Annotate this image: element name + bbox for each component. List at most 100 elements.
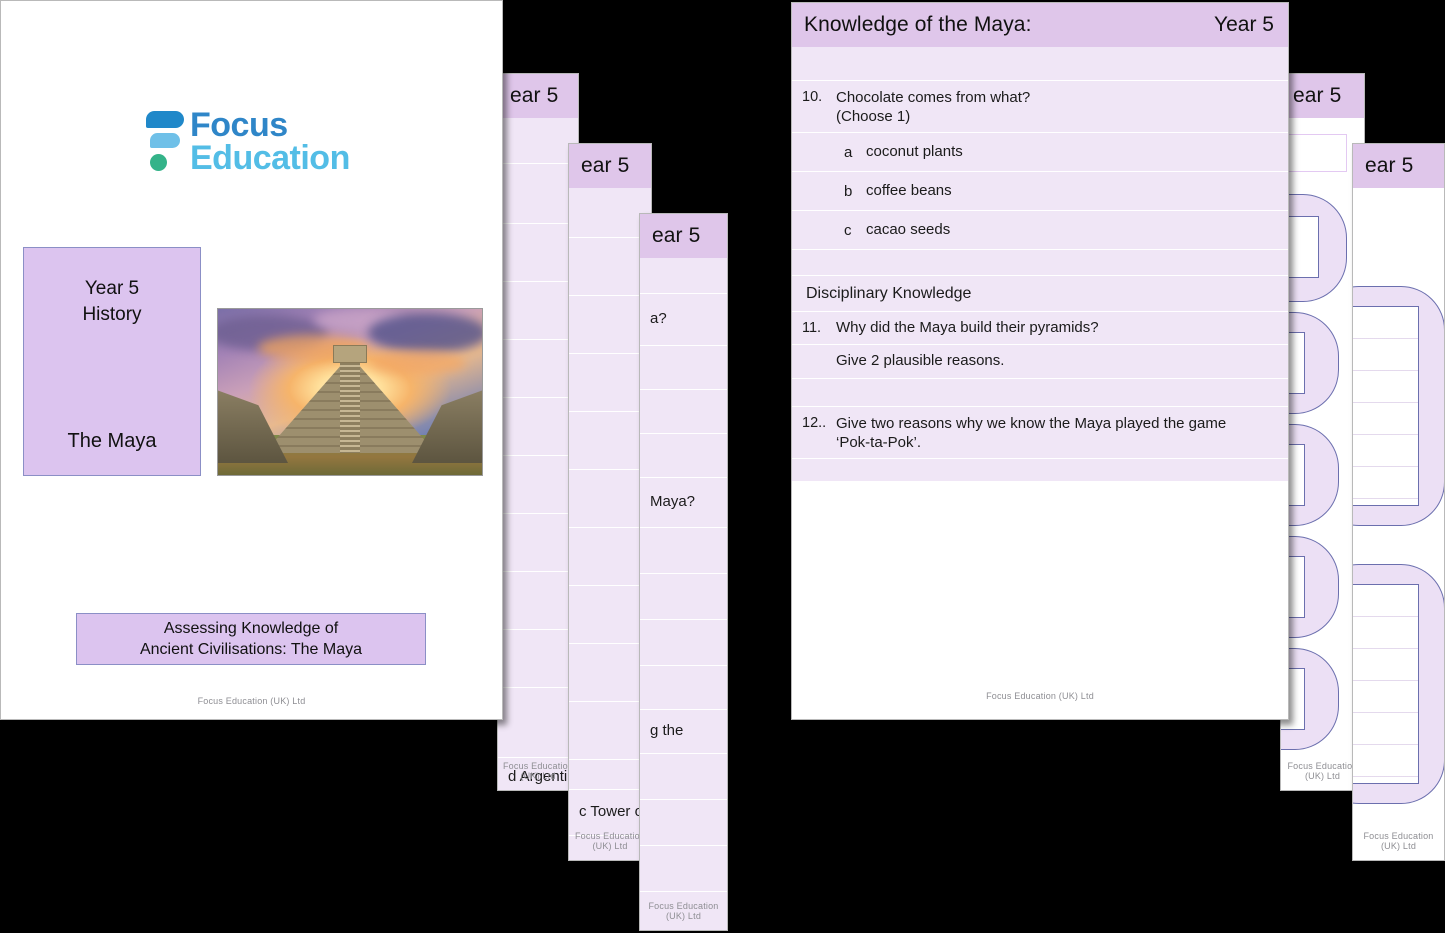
stacked-page-6[interactable]: ear 5 Focus Education (UK) Ltd	[1352, 143, 1445, 861]
focus-f-logomark-icon	[142, 107, 186, 177]
table-row	[498, 118, 578, 164]
table-row	[640, 574, 727, 620]
table-row	[498, 340, 578, 398]
page-2-footer: Focus Education (UK) Ltd	[498, 761, 578, 781]
cover-subject-text: Year 5 History	[82, 276, 141, 327]
table-row	[640, 528, 727, 574]
question-text: Why did the Maya build their pyramids?	[836, 319, 1099, 338]
cover-assessment-banner: Assessing Knowledge of Ancient Civilisat…	[76, 613, 426, 665]
question-text: Chocolate comes from what? (Choose 1)	[836, 89, 1030, 127]
table-row	[640, 666, 727, 710]
option-letter: b	[844, 183, 866, 200]
question-table: 10. Chocolate comes from what? (Choose 1…	[792, 47, 1288, 481]
year-label: Year 5	[1214, 13, 1274, 37]
page-6-answer-ruling	[1352, 307, 1418, 505]
table-row-question-10: 10. Chocolate comes from what? (Choose 1…	[792, 81, 1288, 133]
table-row	[498, 398, 578, 456]
page-4-footer: Focus Education (UK) Ltd	[640, 901, 727, 921]
logo-bar-middle-icon	[150, 133, 180, 148]
page-5-header: ear 5	[1281, 74, 1364, 118]
table-row	[498, 164, 578, 224]
stacked-page-4[interactable]: ear 5 a? Maya? g the Foc	[639, 213, 728, 931]
page-6-answer-box[interactable]	[1352, 306, 1419, 506]
question-number: 12..	[802, 415, 836, 431]
cover-assessment-text: Assessing Knowledge of Ancient Civilisat…	[140, 618, 362, 660]
table-row	[498, 456, 578, 514]
stacked-page-2[interactable]: ear 5 d Argentina Focus Education (UK) L…	[497, 73, 579, 791]
page-6-year-fragment: ear 5	[1365, 154, 1413, 178]
table-row-spacer	[792, 250, 1288, 276]
section-heading-label: Disciplinary Knowledge	[802, 285, 971, 303]
page-6-answer-box[interactable]	[1352, 584, 1419, 784]
table-row	[640, 434, 727, 478]
page-4-fragment-tail: g the	[650, 722, 683, 741]
option-letter: a	[844, 144, 866, 161]
cover-page[interactable]: Focus Education Year 5 History The Maya	[0, 0, 503, 720]
table-row	[640, 800, 727, 846]
page-5-name-field[interactable]	[1280, 134, 1347, 172]
question-number: 10.	[802, 89, 836, 105]
table-row	[640, 346, 727, 390]
question-number: 11.	[802, 320, 836, 336]
table-row	[498, 688, 578, 758]
option-letter: c	[844, 222, 866, 239]
main-question-page[interactable]: Knowledge of the Maya: Year 5 10. Chocol…	[791, 2, 1289, 720]
page-6-header: ear 5	[1353, 144, 1444, 188]
question-continuation-text: Give 2 plausible reasons.	[836, 352, 1004, 371]
table-row: g the	[640, 710, 727, 754]
table-row	[498, 572, 578, 630]
page-4-rows: a? Maya? g the	[640, 258, 727, 931]
page-4-year-fragment: ear 5	[652, 224, 700, 248]
page-3-header: ear 5	[569, 144, 651, 188]
page-6-footer: Focus Education (UK) Ltd	[1353, 831, 1444, 851]
answer-option-b[interactable]: b coffee beans	[792, 172, 1288, 211]
section-heading-disciplinary-knowledge: Disciplinary Knowledge	[792, 276, 1288, 312]
answer-option-a[interactable]: a coconut plants	[792, 133, 1288, 172]
page-4-header: ear 5	[640, 214, 727, 258]
page-6-answer-ruling	[1352, 585, 1418, 783]
table-row-spacer	[792, 459, 1288, 481]
question-text: Give two reasons why we know the Maya pl…	[836, 415, 1226, 453]
logo-wordmark: Focus Education	[190, 109, 350, 176]
logo-circle-icon	[150, 154, 167, 171]
cover-subject-label: History	[82, 304, 141, 325]
page-title: Knowledge of the Maya:	[804, 13, 1032, 37]
document-preview-stage: ear 5 d Argentina Focus Education (UK) L…	[0, 0, 1445, 933]
page-4-fragment-maya: Maya?	[650, 493, 695, 512]
focus-education-logo: Focus Education	[142, 102, 364, 182]
table-row-question-11-continuation: Give 2 plausible reasons.	[792, 345, 1288, 379]
table-row: Maya?	[640, 478, 727, 528]
answer-option-c[interactable]: c cacao seeds	[792, 211, 1288, 250]
page-4-fragment-a: a?	[650, 310, 667, 329]
maya-pyramid-image	[217, 308, 483, 476]
main-page-header: Knowledge of the Maya: Year 5	[792, 3, 1288, 47]
table-row-spacer	[792, 47, 1288, 81]
cover-subject-box: Year 5 History The Maya	[23, 247, 201, 476]
main-page-footer: Focus Education (UK) Ltd	[792, 691, 1288, 701]
cover-year-label: Year 5	[85, 278, 139, 299]
table-row	[498, 630, 578, 688]
option-label: coffee beans	[866, 182, 952, 201]
page-2-header: ear 5	[498, 74, 578, 118]
table-row-question-11: 11. Why did the Maya build their pyramid…	[792, 312, 1288, 345]
logo-bar-top-icon	[146, 111, 184, 128]
page-2-rows: d Argentina	[498, 118, 578, 791]
table-row	[640, 846, 727, 892]
page-2-year-fragment: ear 5	[510, 84, 558, 108]
table-row	[640, 754, 727, 800]
assessment-line-2: Ancient Civilisations: The Maya	[140, 641, 362, 658]
table-row	[640, 258, 727, 294]
question-line-1: Give two reasons why we know the Maya pl…	[836, 415, 1226, 432]
table-row: a?	[640, 294, 727, 346]
image-cloud	[368, 313, 483, 353]
question-line-2: ‘Pok-ta-Pok’.	[836, 434, 921, 451]
image-pyramid-temple	[333, 345, 367, 363]
table-row	[498, 282, 578, 340]
page-3-year-fragment: ear 5	[581, 154, 629, 178]
table-row-spacer	[792, 379, 1288, 407]
table-row-question-12: 12.. Give two reasons why we know the Ma…	[792, 407, 1288, 459]
cover-footer: Focus Education (UK) Ltd	[1, 696, 502, 706]
question-line-1: Chocolate comes from what?	[836, 89, 1030, 106]
table-row	[498, 224, 578, 282]
table-row	[498, 514, 578, 572]
